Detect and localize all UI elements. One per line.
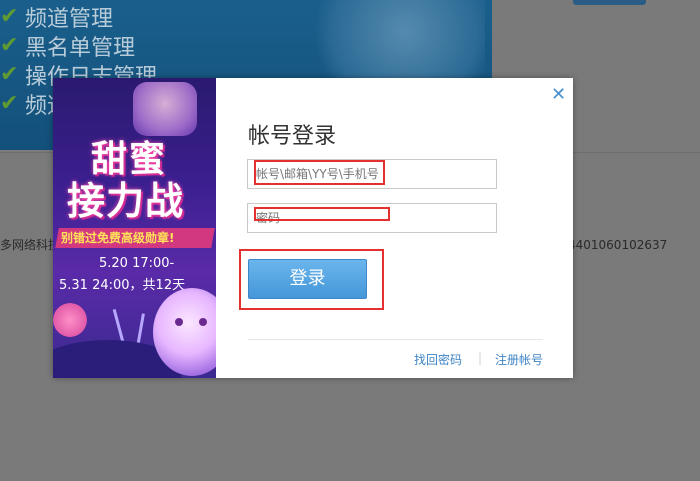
footer-divider [248,339,543,340]
menu-item-channel[interactable]: ✔ 频道管理 [0,2,157,32]
check-icon: ✔ [0,33,19,58]
check-icon: ✔ [0,91,19,116]
promo-date-start: 5.20 17:00- [99,256,175,271]
forgot-password-link[interactable]: 找回密码 [414,351,462,368]
login-modal: 甜蜜 接力战 别错过免费高级勋章! 5.20 17:00- 5.31 24:00… [53,78,573,378]
check-icon: ✔ [0,4,19,29]
password-input[interactable] [247,203,497,233]
promo-banner[interactable]: 甜蜜 接力战 别错过免费高级勋章! 5.20 17:00- 5.31 24:00… [53,78,216,378]
link-separator: | [478,351,483,365]
menu-item-label: 频道管理 [25,6,114,32]
menu-item-label: 黑名单管理 [25,35,136,61]
footer-company: 多网络科技 [0,238,61,252]
top-right-button[interactable] [573,0,646,5]
promo-ribbon-text: 别错过免费高级勋章! [61,231,175,245]
check-icon: ✔ [0,62,19,87]
login-title: 帐号登录 [248,124,337,149]
username-input[interactable] [247,159,497,189]
mascot-eye-icon [175,318,183,326]
menu-item-blacklist[interactable]: ✔ 黑名单管理 [0,31,157,61]
register-link[interactable]: 注册帐号 [495,351,543,368]
close-icon[interactable]: ✕ [551,84,566,105]
candy-jar-icon [133,82,197,136]
mascot-eye-icon [199,318,207,326]
login-button[interactable]: 登录 [248,259,367,299]
promo-title-line2: 接力战 [67,179,185,223]
promo-date-end: 5.31 24:00，共12天 [59,278,186,293]
banner-illustration [285,0,485,80]
flower-icon [53,303,87,337]
footer-license: 4401060102637 [568,238,668,252]
